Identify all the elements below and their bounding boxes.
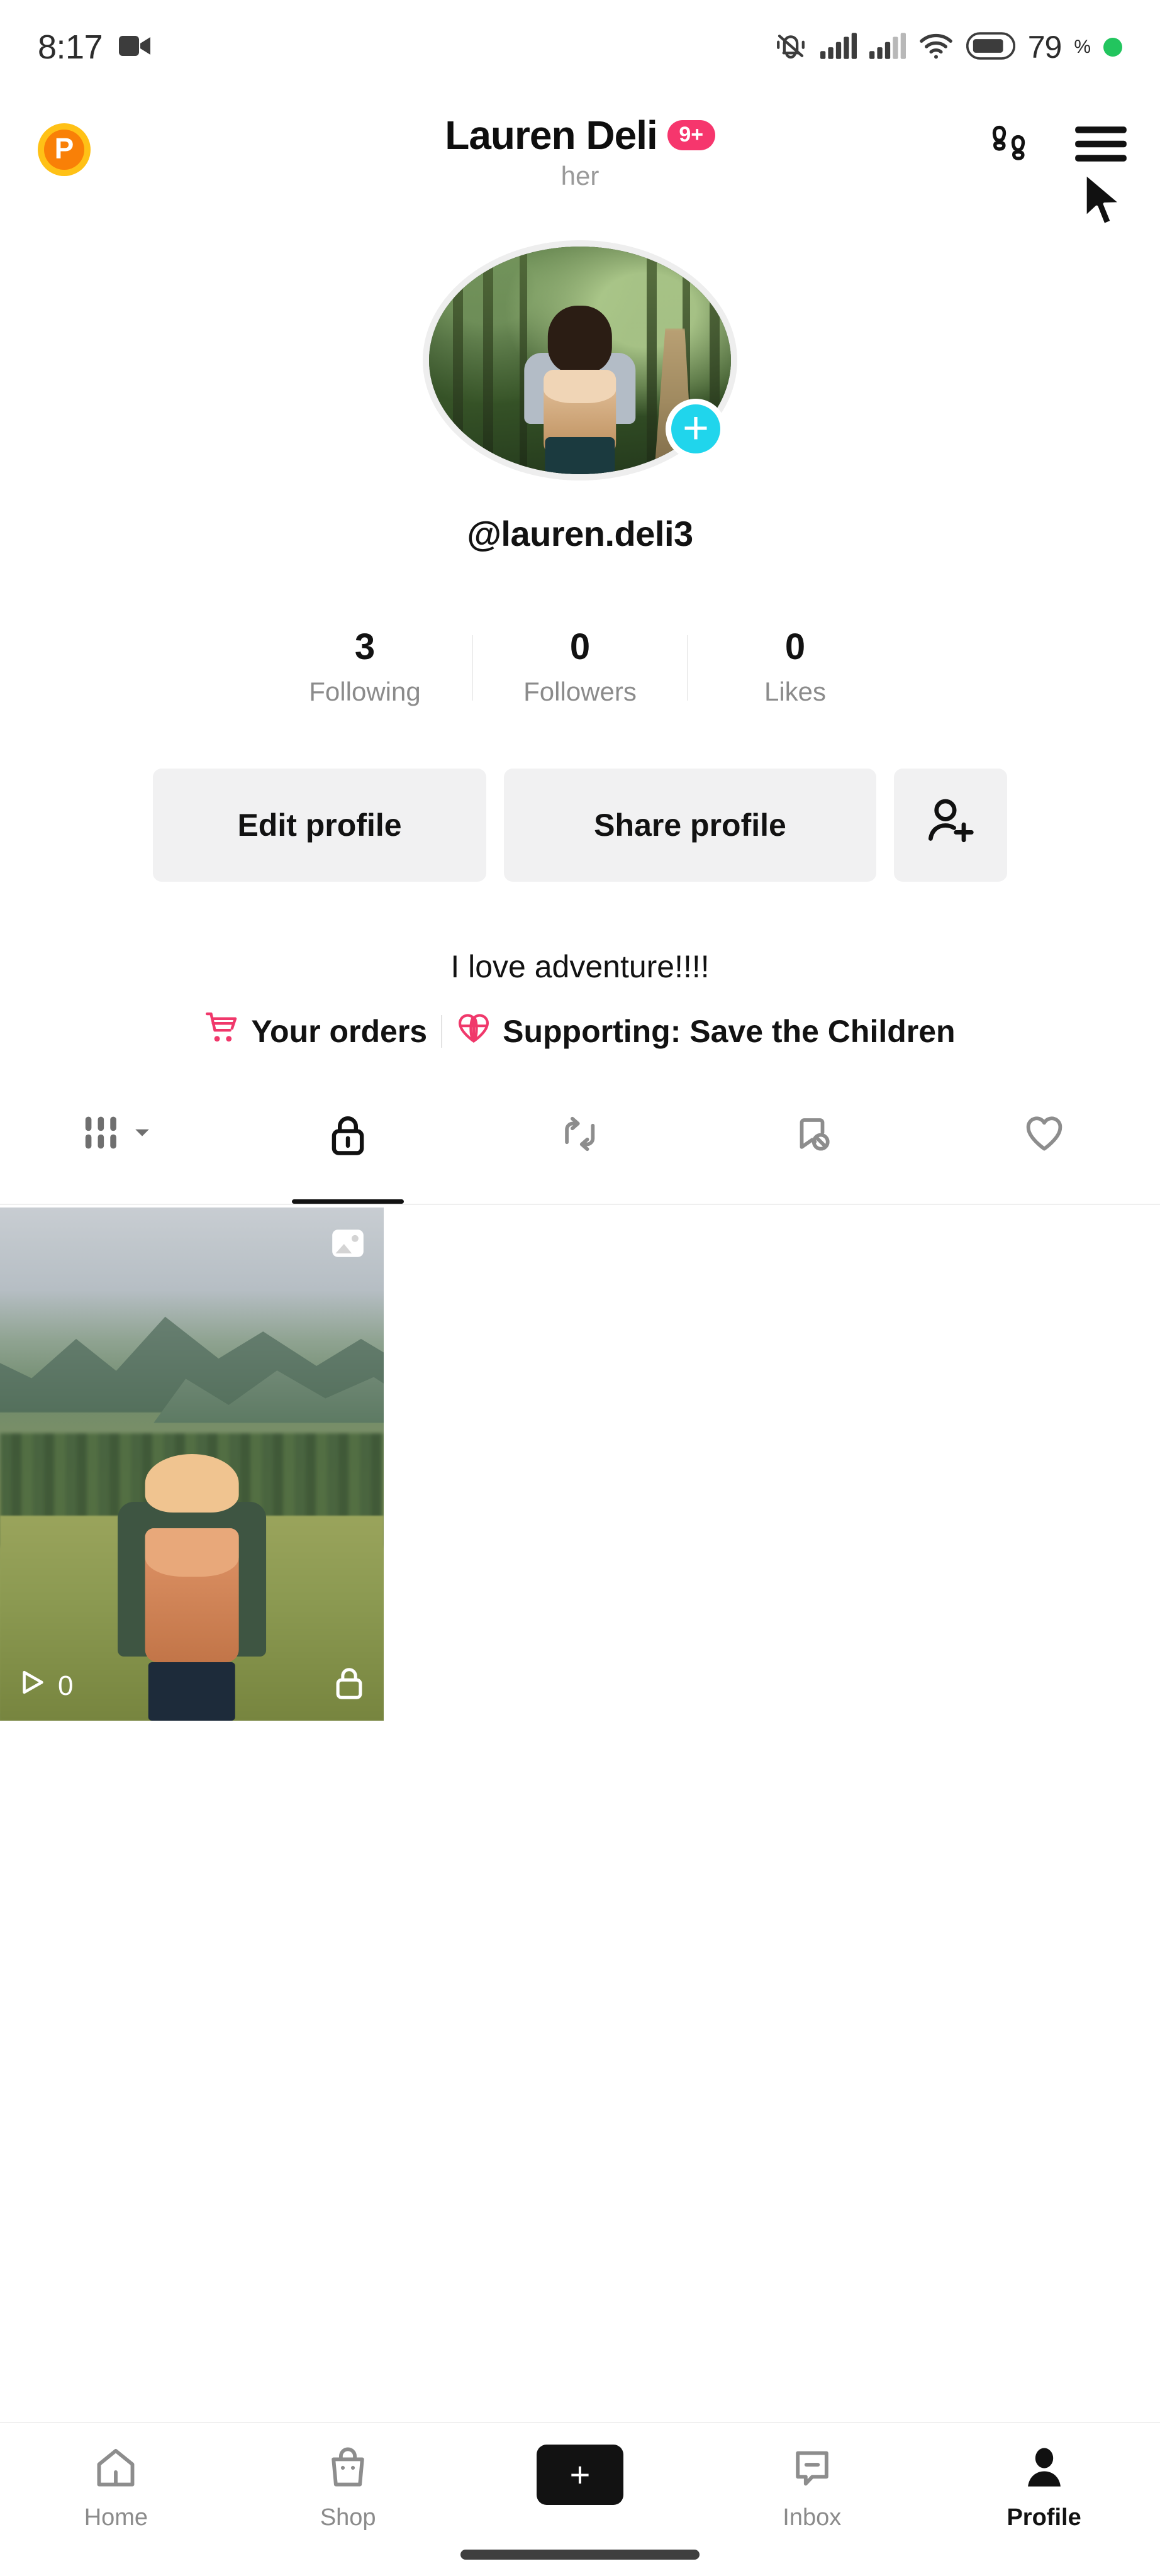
home-icon bbox=[92, 2445, 139, 2494]
your-orders-label: Your orders bbox=[251, 1014, 428, 1049]
header-title-block: Lauren Deli 9+ her bbox=[0, 112, 1160, 191]
play-icon bbox=[18, 1667, 48, 1704]
lock-icon bbox=[328, 1113, 368, 1160]
status-bar-right: 79 % bbox=[774, 29, 1122, 66]
stat-count: 0 bbox=[569, 626, 591, 667]
footprints-icon[interactable] bbox=[989, 119, 1038, 169]
profile-header: P Lauren Deli 9+ her bbox=[0, 106, 1160, 219]
profile-bio: I love adventure!!!! bbox=[450, 949, 710, 984]
supporting-label: Supporting: Save the Children bbox=[503, 1014, 956, 1049]
status-bar: 8:17 79 % bbox=[0, 0, 1160, 94]
privacy-lock-icon bbox=[332, 1665, 366, 1704]
video-camera-icon bbox=[119, 33, 152, 62]
display-name-row[interactable]: Lauren Deli 9+ bbox=[445, 112, 715, 158]
wifi-icon bbox=[918, 32, 954, 63]
cellular-signal-icon bbox=[869, 32, 906, 63]
tab-saved[interactable] bbox=[696, 1093, 928, 1204]
edit-profile-button[interactable]: Edit profile bbox=[153, 769, 486, 882]
plus-icon: + bbox=[682, 403, 710, 454]
shopping-bag-icon bbox=[325, 2445, 371, 2494]
nav-shop[interactable]: Shop bbox=[232, 2445, 464, 2531]
photo-stack-icon bbox=[328, 1224, 367, 1266]
cellular-signal-icon bbox=[820, 32, 857, 63]
heart-globe-icon bbox=[456, 1010, 491, 1053]
supporting-charity-link[interactable]: Supporting: Save the Children bbox=[456, 1010, 956, 1053]
inbox-message-icon bbox=[789, 2445, 835, 2494]
playlist-grid-icon bbox=[81, 1113, 125, 1155]
stat-following[interactable]: 3 Following bbox=[258, 629, 472, 707]
green-recording-dot bbox=[1103, 38, 1122, 57]
video-thumbnail bbox=[0, 1208, 384, 1721]
home-indicator bbox=[460, 2550, 700, 2560]
stat-label: Likes bbox=[764, 677, 827, 706]
video-grid: 0 bbox=[0, 1208, 1160, 1721]
nav-profile[interactable]: Profile bbox=[928, 2445, 1160, 2531]
nav-inbox[interactable]: Inbox bbox=[696, 2445, 928, 2531]
add-story-button[interactable]: + bbox=[666, 399, 726, 459]
links-divider bbox=[441, 1015, 443, 1048]
profile-stats: 3 Following 0 Followers 0 Likes bbox=[0, 629, 1160, 707]
pronouns-label: her bbox=[560, 161, 600, 191]
repost-icon bbox=[559, 1113, 601, 1158]
bottom-navigation: Home Shop + Inbox Profile bbox=[0, 2422, 1160, 2576]
stat-label: Following bbox=[309, 677, 421, 706]
shopping-cart-icon bbox=[204, 1010, 240, 1053]
status-bar-left: 8:17 bbox=[38, 28, 152, 67]
play-count-overlay: 0 bbox=[18, 1667, 73, 1704]
heart-icon bbox=[1023, 1113, 1066, 1158]
stat-count: 3 bbox=[354, 626, 376, 667]
profile-handle[interactable]: @lauren.deli3 bbox=[0, 513, 1160, 554]
nav-label: Inbox bbox=[783, 2504, 842, 2531]
tab-private[interactable] bbox=[232, 1093, 464, 1204]
nav-label: Profile bbox=[1007, 2504, 1081, 2531]
nav-home[interactable]: Home bbox=[0, 2445, 232, 2531]
bell-silent-icon bbox=[774, 29, 808, 66]
avatar-section: + bbox=[0, 240, 1160, 480]
mouse-cursor bbox=[1083, 171, 1127, 230]
nav-create[interactable]: + bbox=[464, 2445, 696, 2515]
header-actions bbox=[989, 119, 1129, 169]
video-grid-item[interactable]: 0 bbox=[0, 1208, 384, 1721]
battery-percent-unit: % bbox=[1074, 36, 1091, 57]
stat-followers[interactable]: 0 Followers bbox=[473, 629, 687, 707]
hamburger-menu-icon[interactable] bbox=[1073, 122, 1129, 166]
nav-label: Home bbox=[84, 2504, 148, 2531]
play-count: 0 bbox=[58, 1670, 74, 1701]
status-time: 8:17 bbox=[38, 28, 103, 66]
active-tab-underline bbox=[292, 1199, 404, 1204]
stat-likes[interactable]: 0 Likes bbox=[688, 629, 902, 707]
your-orders-link[interactable]: Your orders bbox=[204, 1010, 427, 1053]
chevron-down-icon bbox=[134, 1127, 150, 1141]
tiktok-profile-screen: 8:17 79 % P Lauren Deli 9+ her + @lauren… bbox=[0, 0, 1160, 2576]
tab-playlists[interactable] bbox=[0, 1093, 232, 1204]
battery-icon bbox=[966, 31, 1015, 63]
add-user-icon bbox=[924, 795, 977, 855]
person-icon bbox=[1021, 2445, 1068, 2494]
tab-liked[interactable] bbox=[928, 1093, 1160, 1204]
tab-reposts[interactable] bbox=[464, 1093, 696, 1204]
stat-label: Followers bbox=[523, 677, 637, 706]
create-plus-icon[interactable]: + bbox=[527, 2445, 632, 2505]
page-title: Lauren Deli bbox=[445, 113, 658, 158]
avatar-container: + bbox=[423, 240, 737, 480]
share-profile-button[interactable]: Share profile bbox=[504, 769, 876, 882]
profile-actions: Edit profile Share profile bbox=[0, 769, 1160, 882]
profile-links-row: Your orders Supporting: Save the Childre… bbox=[0, 1010, 1160, 1053]
notification-badge: 9+ bbox=[667, 120, 715, 150]
add-friends-button[interactable] bbox=[894, 769, 1007, 882]
saved-hidden-icon bbox=[791, 1113, 833, 1158]
content-tabs bbox=[0, 1093, 1160, 1205]
battery-percent: 79 bbox=[1027, 30, 1062, 65]
stat-count: 0 bbox=[784, 626, 806, 667]
nav-label: Shop bbox=[320, 2504, 376, 2531]
